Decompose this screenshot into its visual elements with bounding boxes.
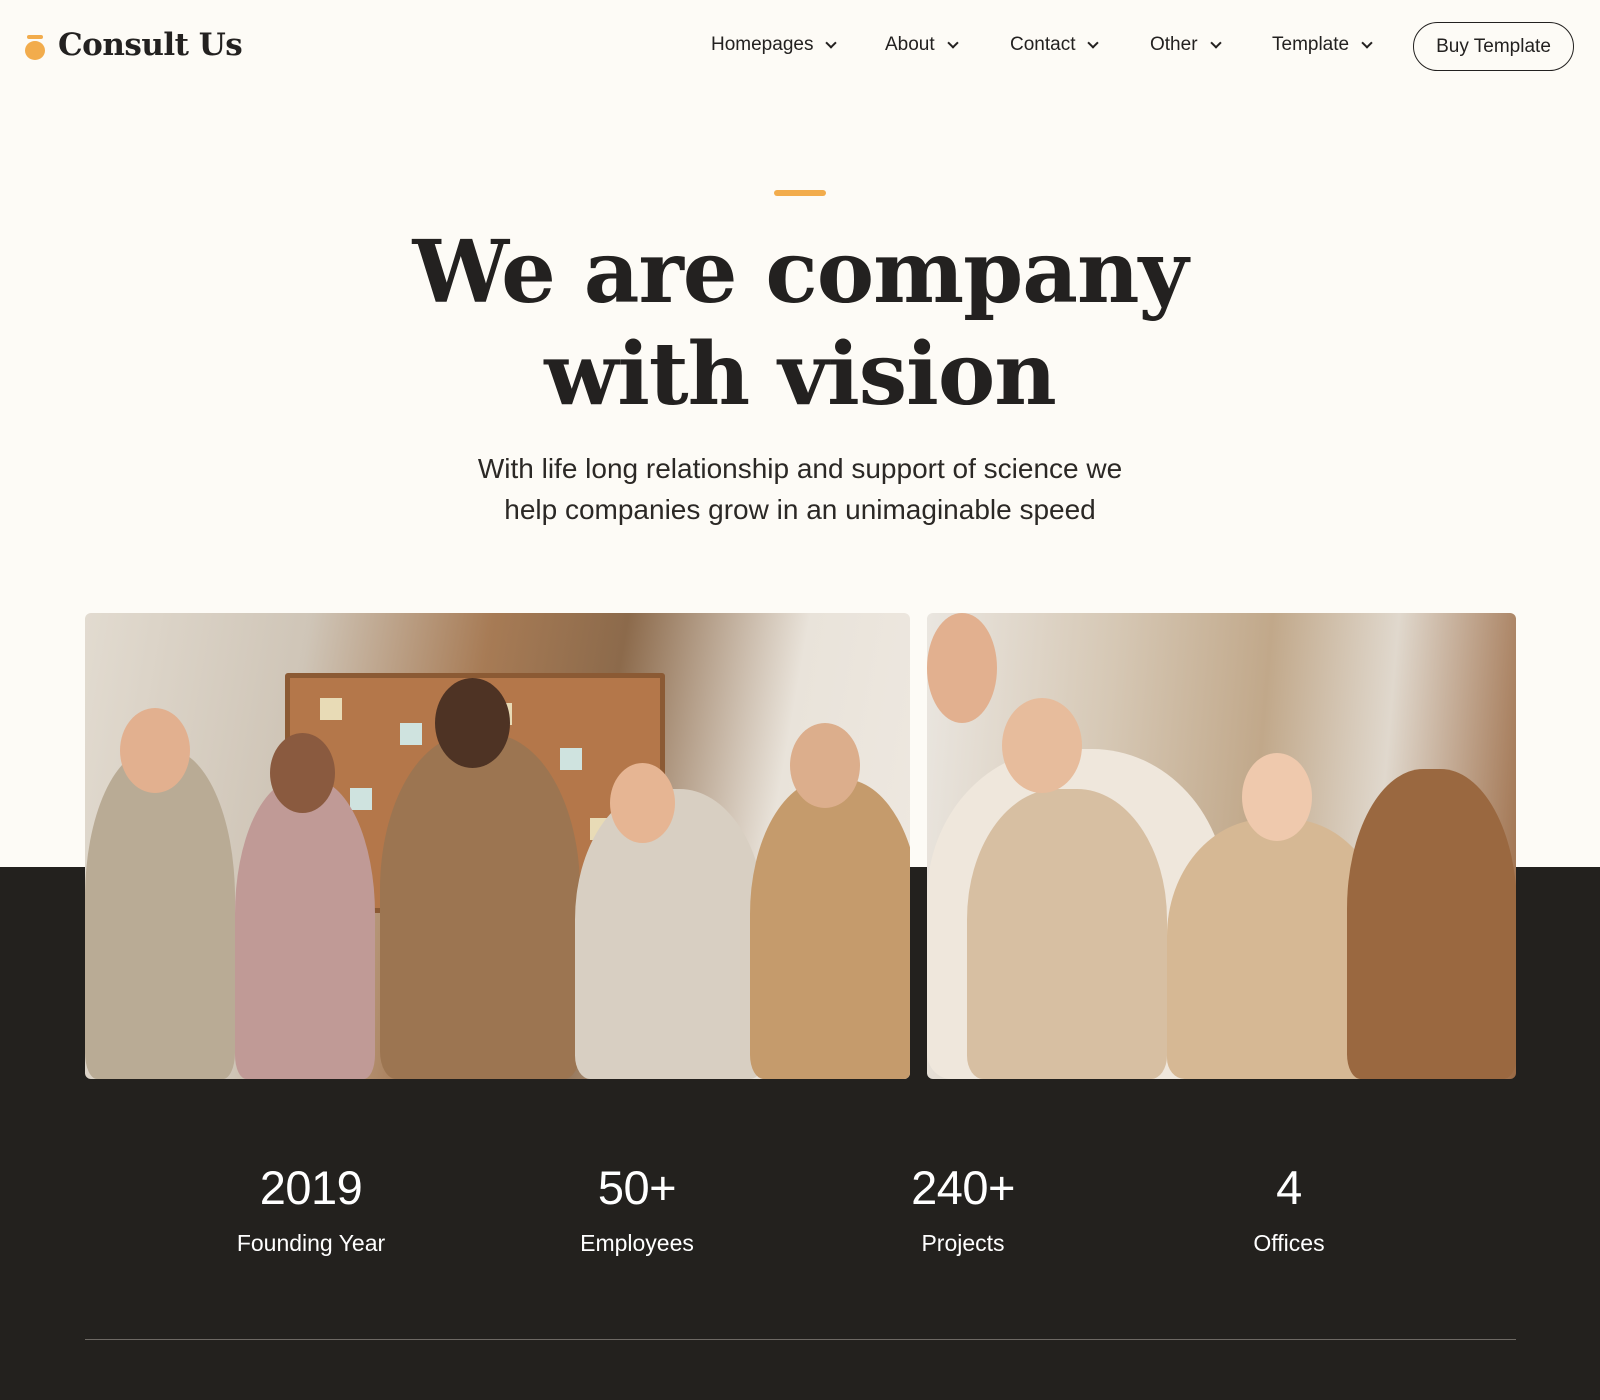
chevron-down-icon — [946, 37, 959, 49]
stat-value: 4 — [1276, 1161, 1302, 1214]
stat-label: Projects — [921, 1230, 1005, 1256]
stat-label: Founding Year — [236, 1230, 386, 1256]
nav-item-label: Contact — [1010, 34, 1076, 55]
stat-offices: 4 Offices — [1159, 1158, 1419, 1258]
nav-item-label: Homepages — [711, 34, 814, 55]
chevron-down-icon — [1209, 37, 1222, 49]
nav-item-label: About — [885, 34, 935, 55]
nav-item-label: Other — [1150, 34, 1198, 55]
team-celebrating-photo — [85, 613, 910, 1079]
stat-label: Offices — [1253, 1230, 1325, 1256]
stat-employees: 50+ Employees — [507, 1158, 767, 1258]
brand-name: Consult Us — [58, 27, 243, 63]
hero-subtitle-line-2: help companies grow in an unimaginable s… — [504, 494, 1096, 525]
hero-title: We are company with vision — [300, 222, 1300, 426]
nav-item-about[interactable]: About — [885, 34, 959, 56]
hero-title-line-1: We are company — [412, 222, 1189, 323]
stat-projects: 240+ Projects — [833, 1158, 1093, 1258]
chevron-down-icon — [825, 37, 838, 49]
nav-item-template[interactable]: Template — [1272, 34, 1373, 56]
stat-value: 50+ — [597, 1161, 677, 1214]
stat-value: 240+ — [911, 1161, 1015, 1214]
logo-mark-icon — [24, 30, 46, 60]
accent-line — [774, 190, 826, 196]
chevron-down-icon — [1361, 37, 1373, 49]
brand-logo[interactable]: Consult Us — [24, 27, 243, 63]
team-handshake-photo — [927, 613, 1516, 1079]
nav-item-label: Template — [1272, 34, 1350, 55]
hero-subtitle: With life long relationship and support … — [400, 448, 1200, 530]
nav-item-other[interactable]: Other — [1150, 34, 1222, 56]
buy-template-button[interactable]: Buy Template — [1413, 22, 1574, 71]
hero-subtitle-line-1: With life long relationship and support … — [477, 453, 1123, 484]
stat-founding-year: 2019 Founding Year — [181, 1158, 441, 1258]
stat-value: 2019 — [259, 1161, 363, 1214]
section-divider — [85, 1339, 1516, 1340]
nav-item-contact[interactable]: Contact — [1010, 34, 1100, 56]
nav-item-homepages[interactable]: Homepages — [711, 34, 838, 56]
stat-label: Employees — [580, 1230, 694, 1256]
hero-title-line-2: with vision — [544, 324, 1057, 425]
chevron-down-icon — [1087, 37, 1100, 49]
site-header: Consult Us Homepages About Contact Other… — [0, 0, 1600, 95]
